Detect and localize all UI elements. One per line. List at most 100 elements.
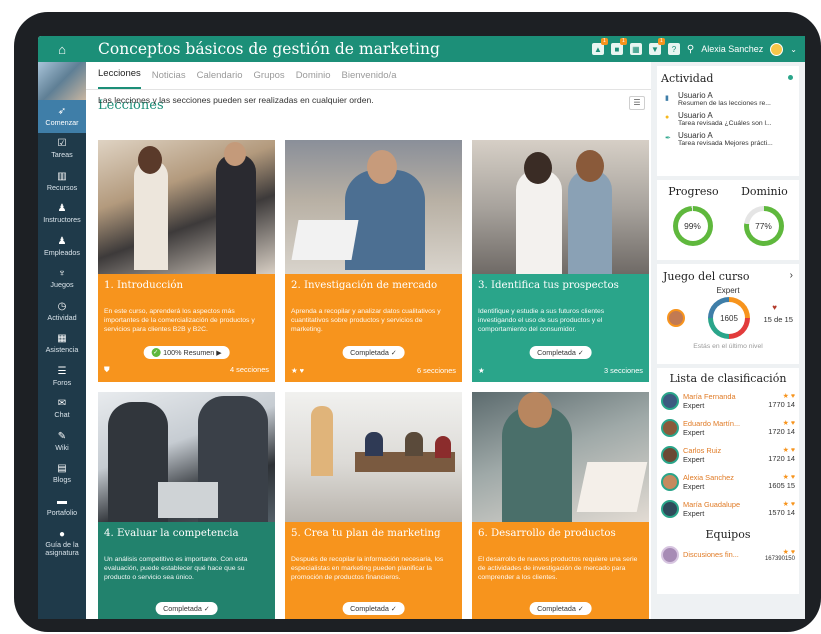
mastery-ring: 77% — [743, 206, 784, 246]
gift-icon[interactable]: ■ 1 — [610, 38, 627, 55]
lesson-card[interactable]: 4. Evaluar la competencia Un análisis co… — [98, 392, 275, 619]
tab-dominio[interactable]: Dominio — [296, 70, 331, 89]
avatar[interactable] — [770, 42, 784, 56]
trophy-icon: ♆ — [58, 268, 66, 280]
mastery-value: 77% — [748, 211, 779, 241]
activity-item[interactable]: ● Usuario A Tarea revisada ¿Cuáles son l.… — [661, 109, 795, 129]
cart-icon[interactable]: ▼ 1 — [648, 38, 665, 55]
tab-calendario[interactable]: Calendario — [197, 70, 243, 89]
lesson-description: Después de recopilar la información nece… — [291, 556, 444, 581]
sidebar-item-comenzar[interactable]: ➶ Comenzar — [38, 100, 86, 133]
grid-icon[interactable]: ▦ — [629, 43, 642, 55]
progress-value: 99% — [677, 211, 708, 241]
tab-noticias[interactable]: Noticias — [152, 70, 186, 89]
leaderboard-box: Lista de clasificación María Fernanda Exp… — [657, 368, 799, 594]
sidebar-item-label: Actividad — [47, 312, 77, 322]
sidebar-item-chat[interactable]: ✉ Chat — [38, 393, 86, 426]
course-thumbnail[interactable] — [38, 62, 86, 100]
app-screen: ⌂ Conceptos básicos de gestión de market… — [38, 36, 805, 619]
leaderboard-name: María Guadalupe — [683, 499, 741, 509]
leaderboard-score: 1770 14 — [768, 400, 795, 409]
activity-title: Actividad — [661, 72, 714, 85]
avatar — [661, 499, 679, 518]
lesson-status-button[interactable]: Completada ✓ — [342, 602, 405, 615]
notification-badge: 1 — [657, 38, 665, 45]
leaderboard-row[interactable]: María Fernanda Expert ★ ♥ 1770 14 — [657, 387, 799, 414]
chevron-down-icon[interactable]: ⌄ — [790, 45, 797, 54]
points-gauge: 1605 — [708, 297, 750, 339]
sidebar-item-empleados[interactable]: ♟ Empleados — [38, 230, 86, 263]
sidebar-item-foros[interactable]: ☰ Foros — [38, 360, 86, 393]
points-value: 1605 — [713, 302, 745, 334]
activity-user: Usuario A — [678, 111, 713, 120]
lesson-description: En este curso, aprenderá los aspectos má… — [104, 308, 255, 333]
top-bar: ⌂ Conceptos básicos de gestión de market… — [38, 36, 805, 62]
sidebar: ➶ Comenzar ☑ Tareas ▥ Recursos ♟ Instructore… — [38, 62, 86, 619]
sidebar-item-instructores[interactable]: ♟ Instructores — [38, 198, 86, 231]
tab-lecciones[interactable]: Lecciones — [98, 68, 141, 89]
lesson-card[interactable]: 5. Crea tu plan de marketing Después de … — [285, 392, 462, 619]
chevron-right-icon[interactable]: › — [790, 270, 793, 283]
sidebar-item-label: Foros — [52, 377, 72, 387]
tab-bienvenido[interactable]: Bienvenido/a — [342, 70, 397, 89]
leaderboard-row[interactable]: Alexia Sanchez Expert ★ ♥ 1605 15 — [657, 468, 799, 495]
leaderboard-row[interactable]: Carlos Ruiz Expert ★ ♥ 1720 14 — [657, 441, 799, 468]
blog-icon: ▤ — [57, 463, 67, 475]
lesson-card[interactable]: 2. Investigación de mercado Aprenda a re… — [285, 140, 462, 382]
lesson-status-button[interactable]: Completada ✓ — [529, 346, 592, 359]
sidebar-item-actividad[interactable]: ◷ Actividad — [38, 295, 86, 328]
notification-badge: 1 — [600, 38, 608, 45]
lesson-card[interactable]: 3. Identifica tus prospectos Identifique… — [472, 140, 649, 382]
lesson-body: 4. Evaluar la competencia Un análisis co… — [98, 522, 275, 619]
lesson-description: Un análisis competitivo es importante. C… — [104, 556, 248, 581]
search-icon[interactable]: ⚲ — [687, 44, 694, 55]
activity-item[interactable]: ✒ Usuario A Tarea revisada Mejores prácti… — [661, 129, 795, 149]
star-heart-icon: ★ ♥ — [782, 447, 795, 454]
check-icon: ✓ — [151, 348, 161, 357]
activity-item[interactable]: ▮ Usuario A Resumen de las lecciones re..… — [661, 89, 795, 109]
avatar — [661, 418, 679, 437]
home-icon[interactable]: ⌂ — [38, 36, 86, 62]
user-icon: ♟ — [57, 235, 67, 247]
leaderboard-row[interactable]: Eduardo Martín... Expert ★ ♥ 1720 14 — [657, 414, 799, 441]
main-content: Lecciones Noticias Calendario Grupos Dom… — [86, 62, 651, 619]
lesson-status-button[interactable]: ✓ 100% Resumen ▶ — [143, 346, 230, 359]
course-title: Conceptos básicos de gestión de marketin… — [98, 40, 440, 58]
lesson-status-label: Completada ✓ — [537, 604, 584, 613]
lesson-footer: ★ 3 secciones — [478, 366, 643, 375]
team-score: 167390150 — [764, 555, 795, 562]
sidebar-item-blogs[interactable]: ▤ Blogs — [38, 458, 86, 491]
sidebar-item-wiki[interactable]: ✎ Wiki — [38, 425, 86, 458]
lesson-status-button[interactable]: Completada ✓ — [342, 346, 405, 359]
team-name: Discusiones fin... — [683, 550, 739, 559]
forum-icon: ☰ — [57, 365, 67, 377]
tab-grupos[interactable]: Grupos — [254, 70, 285, 89]
sidebar-item-recursos[interactable]: ▥ Recursos — [38, 165, 86, 198]
bell-icon[interactable]: ▲ 1 — [591, 38, 608, 55]
lesson-title: 5. Crea tu plan de marketing — [291, 528, 441, 539]
section-count: 4 secciones — [229, 365, 269, 374]
leaderboard-level: Expert — [683, 481, 705, 491]
game-box: Juego del curso › Expert 1605 ♥ 15 de 15… — [657, 264, 799, 364]
lesson-title: 3. Identifica tus prospectos — [478, 280, 619, 291]
lesson-footer: ⛊ 4 secciones — [104, 365, 269, 375]
lesson-status-button[interactable]: Completada ✓ — [155, 602, 218, 615]
lesson-status-button[interactable]: Completada ✓ — [529, 602, 592, 615]
pencil-icon: ✒ — [665, 135, 671, 142]
lesson-card[interactable]: 6. Desarrollo de productos El desarrollo… — [472, 392, 649, 619]
sidebar-item-juegos[interactable]: ♆ Juegos — [38, 263, 86, 296]
folder-icon: ▬ — [57, 495, 67, 507]
user-name[interactable]: Alexia Sanchez — [701, 44, 763, 54]
section-count: 3 secciones — [603, 366, 643, 375]
help-icon[interactable]: ? — [667, 43, 680, 55]
leaderboard-name: Eduardo Martín... — [683, 418, 741, 428]
team-row[interactable]: Discusiones fin... ★ ♥ 167390150 — [657, 541, 799, 568]
lesson-card[interactable]: 1. Introducción En este curso, aprenderá… — [98, 140, 275, 382]
avatar — [667, 309, 685, 327]
sidebar-item-asistencia[interactable]: ▦ Asistencia — [38, 328, 86, 361]
sidebar-item-portafolio[interactable]: ▬ Portafolio — [38, 490, 86, 523]
sidebar-item-guia[interactable]: ● Guía de la asignatura — [38, 523, 86, 563]
list-view-button[interactable]: ☰ — [629, 96, 645, 110]
leaderboard-row[interactable]: María Guadalupe Expert ★ ♥ 1570 14 — [657, 495, 799, 522]
sidebar-item-tareas[interactable]: ☑ Tareas — [38, 133, 86, 166]
